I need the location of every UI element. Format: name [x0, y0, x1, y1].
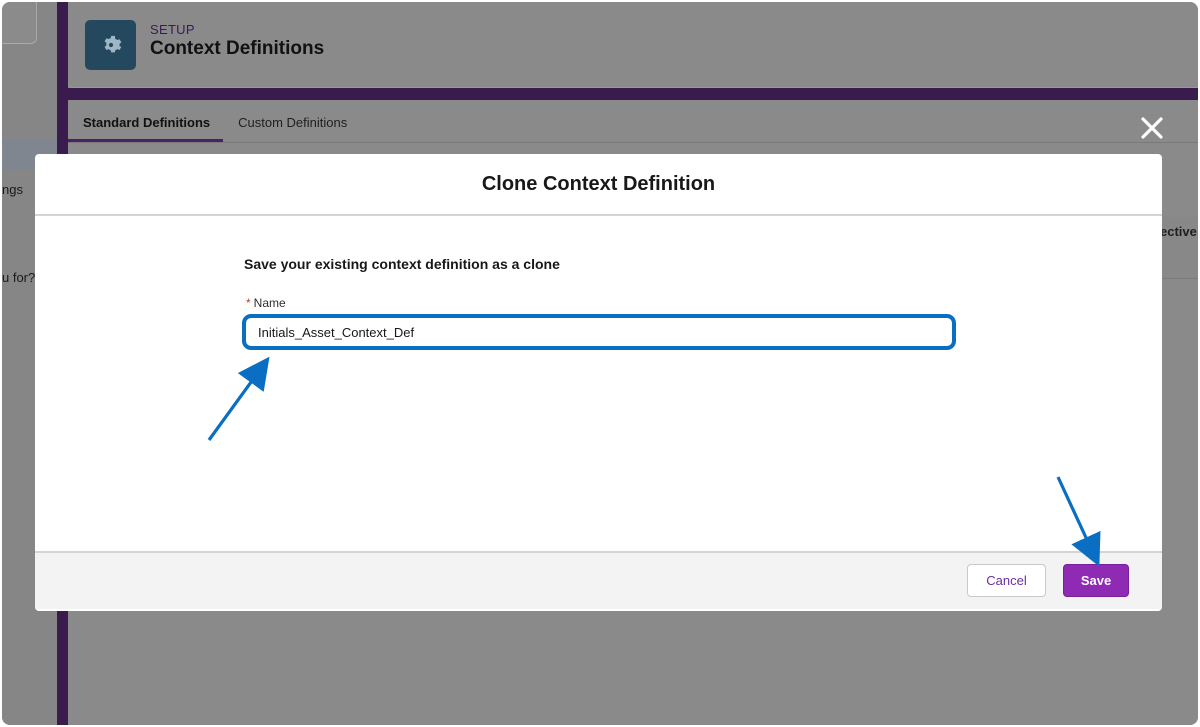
save-button[interactable]: Save [1063, 564, 1129, 597]
tab-custom-definitions[interactable]: Custom Definitions [223, 108, 360, 142]
left-nav-text-question: u for? [2, 270, 36, 285]
modal-footer: Cancel Save [35, 551, 1162, 609]
modal-title: Clone Context Definition [481, 172, 716, 195]
name-label-text: Name [253, 296, 286, 310]
page-title: Context Definitions [150, 38, 325, 59]
left-search-box [2, 2, 37, 44]
gear-icon [104, 35, 121, 53]
name-input[interactable] [242, 314, 956, 350]
clone-context-definition-modal: Clone Context Definition Save your exist… [35, 154, 1162, 611]
column-header-fragment: ective [1160, 224, 1197, 239]
left-nav-text-settings: ngs [2, 182, 23, 197]
setup-gear-icon [85, 20, 136, 70]
app-frame: ngs u for? SETUP Context Definitions Sta… [2, 2, 1198, 725]
name-field-label: * Name [246, 296, 286, 310]
section-heading: Save your existing context definition as… [244, 256, 560, 272]
header-purple-strip [68, 88, 1198, 100]
tabs-divider [68, 142, 1198, 143]
modal-header: Clone Context Definition [35, 154, 1162, 216]
tab-standard-definitions[interactable]: Standard Definitions [68, 108, 224, 142]
cancel-button[interactable]: Cancel [967, 564, 1046, 597]
required-marker: * [246, 296, 251, 310]
setup-label: SETUP [150, 22, 195, 37]
modal-body: Save your existing context definition as… [35, 216, 1162, 551]
close-icon[interactable] [1138, 114, 1166, 142]
definition-tabs: Standard Definitions Custom Definitions [68, 108, 360, 142]
